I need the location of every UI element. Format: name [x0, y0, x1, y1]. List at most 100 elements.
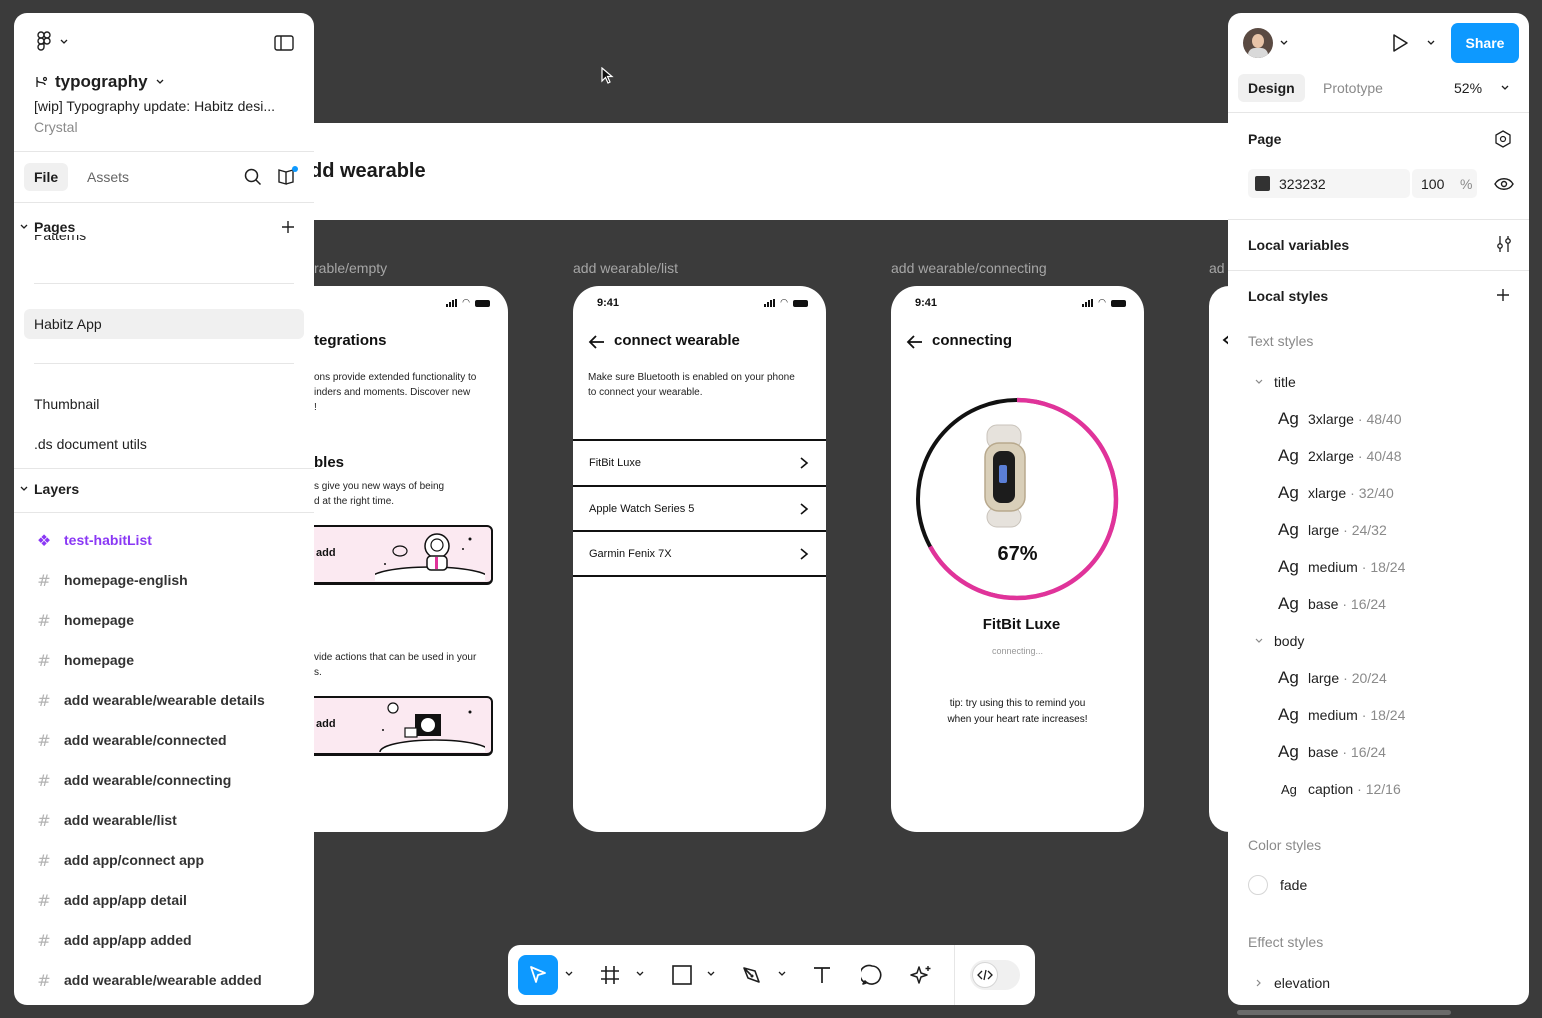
layer-item[interactable]: # add wearable/connecting — [34, 770, 231, 790]
frame-hash-icon: # — [37, 810, 51, 830]
text-style-row[interactable]: Ag base · 16/24 — [1278, 742, 1386, 762]
chevron-right-icon — [800, 547, 809, 560]
back-arrow-icon[interactable] — [587, 332, 607, 352]
comment-tool-button[interactable] — [858, 955, 886, 995]
actions-ai-button[interactable] — [908, 955, 936, 995]
page-item-ds-utils[interactable]: .ds document utils — [24, 429, 304, 459]
chevron-down-icon[interactable] — [777, 969, 787, 979]
dev-mode-toggle[interactable] — [970, 960, 1020, 990]
color-swatch[interactable] — [1255, 176, 1270, 191]
chevron-down-icon[interactable] — [1427, 40, 1435, 46]
color-hex-value[interactable]: 323232 — [1279, 176, 1326, 192]
code-brackets-icon — [977, 969, 993, 981]
opacity-value[interactable]: 100 — [1421, 176, 1444, 192]
text-style-row[interactable]: Ag caption · 12/16 — [1278, 781, 1401, 797]
layer-item[interactable]: # add wearable/connected — [34, 730, 226, 750]
frame-tool-button[interactable] — [596, 955, 624, 995]
style-group-body[interactable]: body — [1254, 633, 1304, 649]
move-tool-button[interactable] — [518, 955, 558, 995]
text-style-row[interactable]: Ag medium · 18/24 — [1278, 557, 1405, 577]
chevron-down-icon[interactable] — [635, 969, 645, 979]
tab-design[interactable]: Design — [1238, 74, 1305, 102]
chevron-down-icon[interactable] — [156, 79, 164, 85]
share-button[interactable]: Share — [1451, 23, 1519, 63]
text-style-row[interactable]: Ag large · 20/24 — [1278, 668, 1387, 688]
zoom-level[interactable]: 52% — [1454, 74, 1482, 102]
search-icon[interactable] — [244, 168, 262, 186]
effect-style-row[interactable]: elevation — [1254, 975, 1330, 991]
library-book-icon[interactable] — [277, 166, 299, 186]
layers-header[interactable]: Layers — [20, 481, 79, 497]
variables-adjust-icon[interactable] — [1495, 235, 1513, 253]
page-hidden-icon[interactable] — [1494, 130, 1512, 148]
add-style-plus-icon[interactable] — [1496, 288, 1510, 302]
chevron-down-icon[interactable] — [60, 39, 68, 45]
chevron-down-icon[interactable] — [1280, 40, 1288, 46]
play-present-icon[interactable] — [1391, 33, 1409, 53]
avatar[interactable] — [1243, 28, 1273, 58]
text-style-preview: Ag — [1278, 557, 1299, 576]
text-style-row[interactable]: Ag base · 16/24 — [1278, 594, 1386, 614]
text-style-row[interactable]: Ag xlarge · 32/40 — [1278, 483, 1394, 503]
frame-label-connecting[interactable]: add wearable/connecting — [891, 260, 1047, 276]
text-style-row[interactable]: Ag 3xlarge · 48/40 — [1278, 409, 1402, 429]
page-item-habitz-app[interactable]: Habitz App — [24, 309, 304, 339]
page-color-field[interactable]: 323232 — [1248, 169, 1410, 198]
chevron-down-icon[interactable] — [706, 969, 716, 979]
frame-hash-icon: # — [37, 650, 51, 670]
panel-toggle-icon[interactable] — [274, 35, 294, 51]
style-name: medium — [1308, 559, 1358, 575]
scrollbar-horizontal[interactable] — [1237, 1010, 1451, 1015]
device-row[interactable]: Garmin Fenix 7X — [573, 530, 826, 577]
layer-item[interactable]: # add wearable/wearable details — [34, 690, 264, 710]
device-row[interactable]: Apple Watch Series 5 — [573, 485, 826, 531]
layer-item[interactable]: # add wearable/wearable added — [34, 970, 261, 990]
layer-item[interactable]: # homepage — [34, 650, 134, 670]
tab-file[interactable]: File — [24, 163, 69, 191]
add-app-card[interactable]: add — [306, 696, 493, 756]
page-item-thumbnail[interactable]: Thumbnail — [24, 389, 304, 419]
text-tool-button[interactable] — [808, 955, 836, 995]
tab-prototype[interactable]: Prototype — [1323, 74, 1383, 102]
phone-frame-connecting[interactable]: 9:41 ◠ connecting 67% FitBit Luxe connec… — [891, 286, 1144, 832]
layer-item[interactable]: # add app/connect app — [34, 850, 204, 870]
page-item-patterns[interactable]: Patterns — [34, 235, 86, 243]
pages-header[interactable]: Pages — [20, 219, 75, 235]
layer-item[interactable]: # homepage — [34, 610, 134, 630]
layer-item[interactable]: # add app/app added — [34, 930, 191, 950]
back-arrow-icon[interactable] — [905, 332, 925, 352]
text-style-row[interactable]: Ag large · 24/32 — [1278, 520, 1387, 540]
frame-label-list[interactable]: add wearable/list — [573, 260, 678, 276]
local-variables-label[interactable]: Local variables — [1248, 237, 1349, 253]
device-row[interactable]: FitBit Luxe — [573, 439, 826, 485]
pen-tool-button[interactable] — [738, 955, 766, 995]
add-wearable-card[interactable]: add — [306, 525, 493, 585]
frame-hash-icon — [601, 966, 619, 984]
layer-label: homepage — [64, 612, 135, 628]
color-style-row[interactable]: fade — [1248, 875, 1307, 895]
tab-assets[interactable]: Assets — [77, 163, 139, 191]
eye-visibility-icon[interactable] — [1494, 177, 1514, 191]
style-name: 3xlarge — [1308, 411, 1354, 427]
frame-label-empty[interactable]: rable/empty — [314, 260, 387, 276]
phone-frame-list[interactable]: 9:41 ◠ connect wearable Make sure Blueto… — [573, 286, 826, 832]
style-group-title[interactable]: title — [1254, 374, 1296, 390]
status-time: 9:41 — [915, 297, 938, 309]
layer-item[interactable]: # add app/app detail — [34, 890, 187, 910]
page-opacity-field[interactable]: 100 % — [1412, 169, 1477, 198]
shape-tool-button[interactable] — [668, 955, 696, 995]
text-style-row[interactable]: Ag 2xlarge · 40/48 — [1278, 446, 1402, 466]
layer-item[interactable]: # homepage-english — [34, 570, 187, 590]
layer-item[interactable]: # add wearable/list — [34, 810, 177, 830]
file-name[interactable]: typography — [55, 72, 148, 92]
paragraph-line: s give you new ways of being — [314, 481, 445, 492]
chevron-down-icon[interactable] — [1501, 85, 1509, 91]
figma-logo-icon[interactable] — [36, 31, 52, 53]
add-page-plus-icon[interactable] — [281, 220, 295, 234]
chevron-down-icon[interactable] — [564, 969, 574, 979]
frame-label-partial[interactable]: ad — [1209, 260, 1225, 276]
status-bar: 9:41 ◠ — [891, 297, 1144, 311]
progress-percent: 67% — [997, 543, 1038, 565]
text-style-row[interactable]: Ag medium · 18/24 — [1278, 705, 1405, 725]
layer-item-component[interactable]: ❖ test-habitList — [34, 530, 152, 550]
